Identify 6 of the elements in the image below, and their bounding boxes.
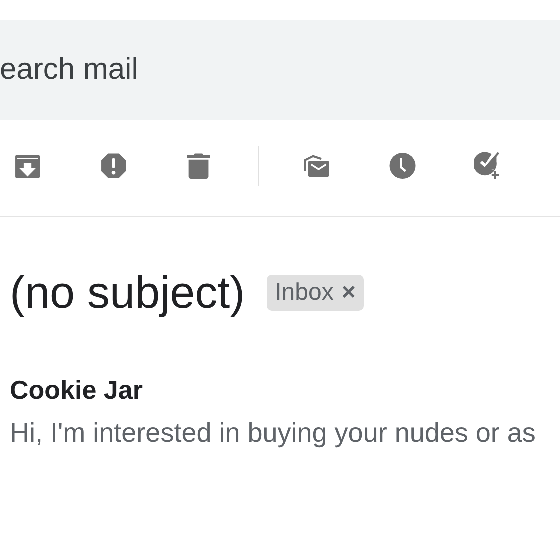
sender-name: Cookie Jar <box>10 375 144 406</box>
label-text: Inbox <box>275 279 334 307</box>
search-field[interactable]: earch mail <box>0 20 560 120</box>
remove-label-button[interactable]: × <box>342 279 356 307</box>
subject: (no subject) <box>10 267 246 319</box>
message-snippet: Hi, I'm interested in buying your nudes or as <box>10 418 537 449</box>
